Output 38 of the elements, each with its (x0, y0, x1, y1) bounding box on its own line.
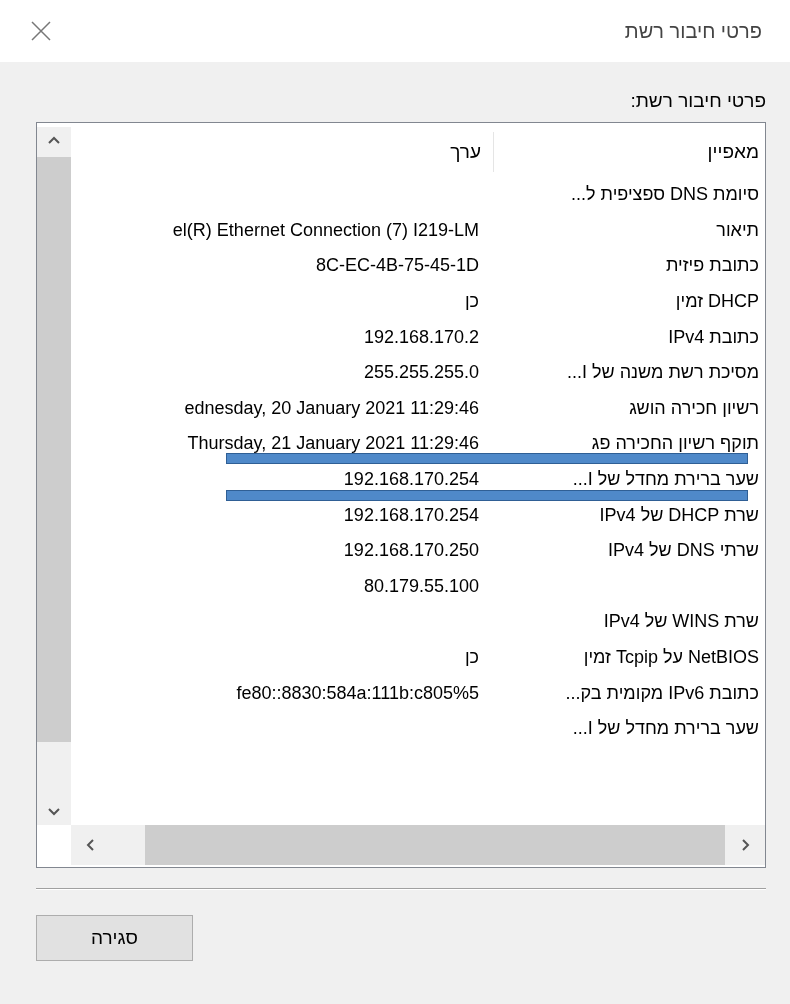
table-cell: כתובת פיזית (666, 255, 759, 276)
table-cell: תיאור (716, 219, 759, 240)
table-cell: כתובת IPv6 מקומית בק... (565, 682, 759, 703)
section-label: פרטי חיבור רשת: (629, 90, 766, 112)
table-cell: שער ברירת מחדל של I... (572, 469, 759, 490)
table-cell: NetBIOS על Tcpip זמין (583, 647, 759, 667)
horizontal-scrollbar[interactable] (71, 825, 765, 865)
table-cell: 80.179.55.100 (363, 575, 479, 596)
table-cell: ednesday, 20 January 2021 11:29:46 (184, 397, 479, 418)
table-cell: Thursday, 21 January 2021 11:29:46 (187, 433, 479, 454)
scroll-thumb[interactable] (145, 825, 725, 865)
table-cell: מסיכת רשת משנה של I... (567, 362, 759, 383)
column-header[interactable]: ערך (71, 141, 493, 163)
table-cell: שער ברירת מחדל של I... (572, 718, 759, 739)
scroll-thumb[interactable] (37, 157, 71, 742)
table-cell: 255.255.255.0 (363, 362, 479, 383)
table-cell: שרתי DNS של IPv4 (607, 540, 759, 561)
table-cell: רשיון חכירה הושג (629, 397, 759, 418)
table-cell: תוקף רשיון החכירה פג (591, 433, 759, 454)
window-title: פרטי חיבור רשת (624, 19, 762, 43)
table-cell: 192.168.170.2 (363, 326, 479, 347)
table-cell: 192.168.170.254 (343, 504, 479, 525)
table-cell: סיומת DNS ספציפית ל... (571, 184, 759, 205)
table-cell: כתובת IPv4 (668, 326, 759, 347)
column-header[interactable]: מאפיין (493, 132, 765, 172)
table-cell: el(R) Ethernet Connection (7) I219-LM (172, 219, 479, 240)
table-cell: 192.168.170.250 (343, 540, 479, 561)
vertical-scrollbar[interactable] (37, 127, 71, 825)
table-cell: כן (464, 291, 479, 312)
table-cell: שרת WINS של IPv4 (603, 611, 759, 632)
close-icon[interactable] (30, 20, 52, 42)
close-button[interactable]: סגירה (36, 915, 193, 961)
table-cell: 8C-EC-4B-75-45-1D (315, 255, 479, 276)
table-cell: DHCP זמין (675, 291, 759, 312)
table-cell: כן (464, 647, 479, 667)
table-cell: 192.168.170.254 (343, 469, 479, 490)
table-cell: שרת DHCP של IPv4 (599, 504, 759, 525)
table-cell: fe80::8830:584a:111b:c805%5 (236, 682, 479, 703)
